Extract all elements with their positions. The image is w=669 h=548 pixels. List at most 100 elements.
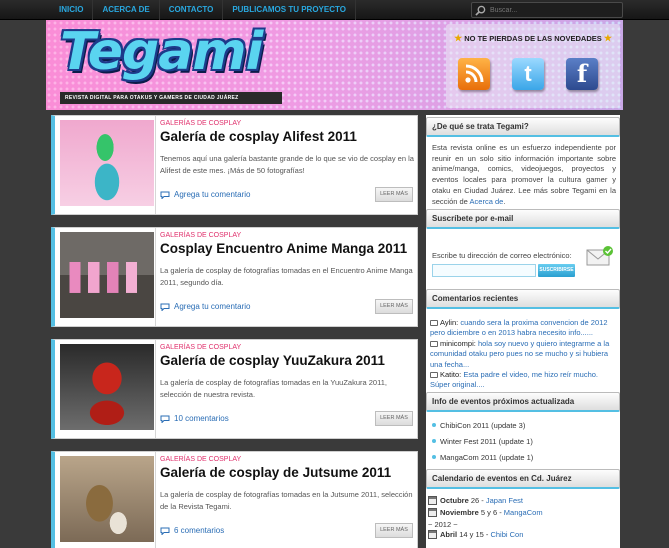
site-header: Tegami REVISTA DIGITAL PARA OTAKUS Y GAM…	[46, 20, 623, 110]
post-comments-text[interactable]: Agrega tu comentario	[174, 302, 251, 311]
widget-title-email: Suscríbete por e-mail	[426, 209, 620, 229]
search-box	[471, 2, 623, 18]
post-thumbnail[interactable]	[60, 344, 154, 430]
comment-author: Aylin:	[440, 318, 459, 327]
post-comments-link[interactable]: 6 comentarios	[160, 526, 224, 535]
post-category[interactable]: GALERÍAS DE COSPLAY	[160, 344, 241, 351]
calendar-event-link[interactable]: Japan Fest	[486, 496, 523, 505]
twitter-icon[interactable]: t	[512, 58, 544, 90]
post-excerpt: La galería de cosplay de fotografías tom…	[160, 266, 413, 287]
post-title[interactable]: Galería de cosplay de Jutsume 2011	[160, 465, 391, 480]
widget-title-recent-comments: Comentarios recientes	[426, 289, 620, 309]
comment-icon	[160, 303, 170, 311]
comment-author: Katito:	[440, 370, 462, 379]
comment-icon	[430, 372, 438, 378]
event-item[interactable]: MangaCom 2011 (update 1)	[432, 453, 533, 462]
widget-title-events: Info de eventos próximos actualizada	[426, 392, 620, 412]
post-thumbnail[interactable]	[60, 120, 154, 206]
post-comments-link[interactable]: 10 comentarios	[160, 414, 229, 423]
star-icon: ★	[454, 33, 463, 43]
site-tagline: REVISTA DIGITAL PARA OTAKUS Y GAMERS DE …	[60, 92, 282, 104]
search-input[interactable]	[490, 4, 618, 16]
post-title[interactable]: Galería de cosplay Alifest 2011	[160, 129, 357, 144]
event-item[interactable]: Winter Fest 2011 (update 1)	[432, 437, 533, 446]
post-comments-link[interactable]: Agrega tu comentario	[160, 302, 251, 311]
calendar-month: Abril	[440, 530, 458, 539]
nav-item-contacto[interactable]: CONTACTO	[160, 0, 224, 20]
post-comments-text[interactable]: 10 comentarios	[174, 414, 229, 423]
post-comments-text[interactable]: Agrega tu comentario	[174, 190, 251, 199]
post-thumbnail[interactable]	[60, 456, 154, 542]
social-title-text: NO TE PIERDAS DE LAS NOVEDADES	[464, 34, 602, 43]
calendar-event-link[interactable]: MangaCom	[504, 508, 543, 517]
post-card: GALERÍAS DE COSPLAY Cosplay Encuentro An…	[51, 227, 418, 327]
post-title[interactable]: Cosplay Encuentro Anime Manga 2011	[160, 241, 407, 256]
rss-icon[interactable]	[458, 58, 490, 90]
post-comments-link[interactable]: Agrega tu comentario	[160, 190, 251, 199]
post-title[interactable]: Galería de cosplay YuuZakura 2011	[160, 353, 385, 368]
recent-comment: Katito: Esta padre el video, me hizo reí…	[430, 370, 616, 391]
comment-author: minicompi:	[440, 339, 476, 348]
comment-icon	[430, 341, 438, 347]
calendar-row: Octubre 26 - Japan Fest	[428, 496, 523, 505]
post-thumbnail[interactable]	[60, 232, 154, 318]
comment-icon	[160, 527, 170, 535]
calendar-icon	[428, 496, 437, 505]
nav-item-acerca-de[interactable]: ACERCA DE	[93, 0, 160, 20]
widget-title-about: ¿De qué se trata Tegami?	[426, 117, 620, 137]
post-card: GALERÍAS DE COSPLAY Galería de cosplay Y…	[51, 339, 418, 439]
calendar-year: ~ 2012 ~	[428, 520, 458, 529]
main-menu: INICIO ACERCA DE CONTACTO PUBLICAMOS TU …	[50, 0, 356, 20]
calendar-row: Noviembre 5 y 6 - MangaCom	[428, 508, 543, 517]
calendar-row: Abril 14 y 15 - Chibi Con	[428, 530, 523, 539]
facebook-icon[interactable]: f	[566, 58, 598, 90]
recent-comment: minicompi: hola soy nuevo y quiero integ…	[430, 339, 616, 370]
post-category[interactable]: GALERÍAS DE COSPLAY	[160, 120, 241, 127]
about-text-end: .	[503, 196, 506, 206]
bullet-icon	[432, 455, 436, 459]
mail-icon	[586, 246, 613, 266]
calendar-icon	[428, 530, 437, 539]
widget-title-calendar: Calendario de eventos en Cd. Juárez	[426, 469, 620, 489]
star-icon: ★	[603, 33, 612, 43]
calendar-days: 26 -	[470, 496, 486, 505]
recent-comment: Aylin: cuando sera la proxima convencion…	[430, 318, 616, 339]
post-category[interactable]: GALERÍAS DE COSPLAY	[160, 456, 241, 463]
calendar-month: Octubre	[440, 496, 469, 505]
about-text: Esta revista online es un esfuerzo indep…	[432, 143, 616, 207]
post-card: GALERÍAS DE COSPLAY Galería de cosplay d…	[51, 451, 418, 548]
event-item[interactable]: ChibiCon 2011 (update 3)	[432, 421, 525, 430]
about-text-body: Esta revista online es un esfuerzo indep…	[432, 143, 616, 206]
read-more-button[interactable]: LEER MÁS	[375, 523, 413, 538]
top-navigation-bar: INICIO ACERCA DE CONTACTO PUBLICAMOS TU …	[0, 0, 669, 20]
read-more-button[interactable]: LEER MÁS	[375, 187, 413, 202]
social-title: ★ NO TE PIERDAS DE LAS NOVEDADES ★	[446, 33, 620, 44]
calendar-event-link[interactable]: Chibi Con	[490, 530, 523, 539]
nav-item-publicamos-tu-proyecto[interactable]: PUBLICAMOS TU PROYECTO	[223, 0, 356, 20]
subscribe-button[interactable]: SUSCRIBIRSE	[538, 264, 575, 277]
site-logo[interactable]: Tegami	[60, 22, 263, 82]
bullet-icon	[432, 423, 436, 427]
comment-icon	[430, 320, 438, 326]
calendar-month: Noviembre	[440, 508, 479, 517]
calendar-days: 5 y 6 -	[480, 508, 504, 517]
search-icon[interactable]	[475, 5, 486, 16]
nav-item-inicio[interactable]: INICIO	[50, 0, 94, 20]
event-link[interactable]: Winter Fest 2011 (update 1)	[440, 437, 533, 446]
post-excerpt: Tenemos aquí una galería bastante grande…	[160, 154, 414, 175]
social-panel: ★ NO TE PIERDAS DE LAS NOVEDADES ★ t f	[446, 24, 620, 108]
sidebar: ¿De qué se trata Tegami? Esta revista on…	[426, 115, 620, 548]
post-excerpt: La galería de cosplay de fotografías tom…	[160, 490, 413, 511]
post-card: GALERÍAS DE COSPLAY Galería de cosplay A…	[51, 115, 418, 215]
read-more-button[interactable]: LEER MÁS	[375, 299, 413, 314]
read-more-button[interactable]: LEER MÁS	[375, 411, 413, 426]
comment-icon	[160, 191, 170, 199]
about-link[interactable]: Acerca de	[470, 197, 504, 206]
comment-icon	[160, 415, 170, 423]
event-link[interactable]: MangaCom 2011 (update 1)	[440, 453, 533, 462]
post-comments-text[interactable]: 6 comentarios	[174, 526, 224, 535]
calendar-days: 14 y 15 -	[459, 530, 491, 539]
post-category[interactable]: GALERÍAS DE COSPLAY	[160, 232, 241, 239]
email-field[interactable]	[432, 264, 536, 277]
event-link[interactable]: ChibiCon 2011 (update 3)	[440, 421, 525, 430]
